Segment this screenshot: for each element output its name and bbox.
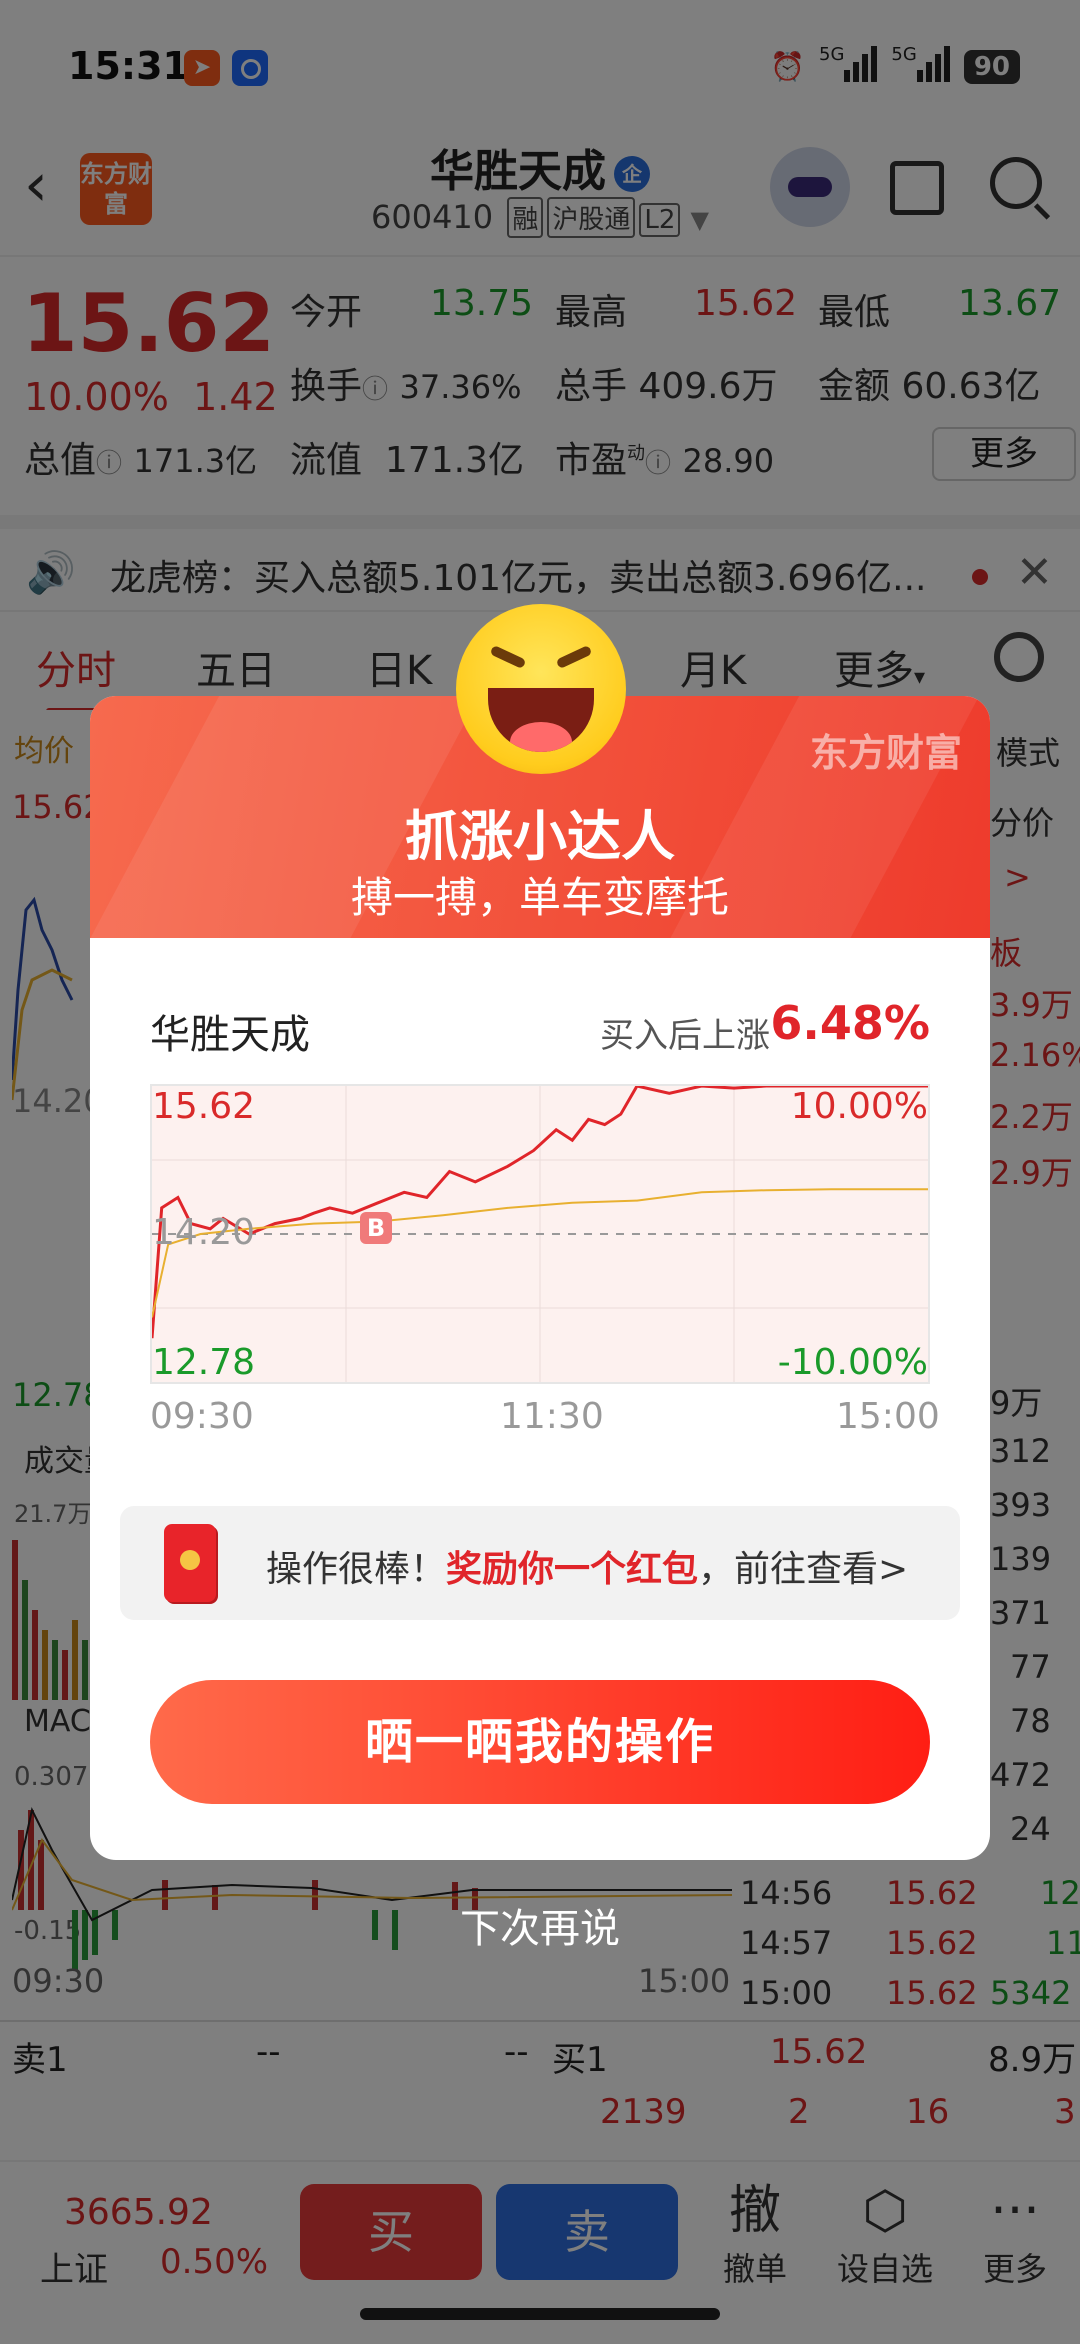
- gain-label: 买入后上涨: [600, 1016, 770, 1056]
- popup-intraday-chart: 15.62 10.00% 14.20 12.78 -10.00% B: [150, 1084, 930, 1384]
- popup-title: 抓涨小达人: [405, 805, 675, 868]
- red-packet-icon: [164, 1524, 216, 1602]
- x-label-mid: 11:30: [500, 1396, 604, 1437]
- x-label-end: 15:00: [836, 1396, 940, 1437]
- dismiss-link[interactable]: 下次再说: [0, 1896, 1080, 1954]
- achievement-popup: 东方财富 抓涨小达人 搏一搏，单车变摩托 华胜天成 买入后上涨 6.48% 15…: [90, 696, 990, 1860]
- reward-banner[interactable]: 操作很棒！奖励你一个红包，前往查看>: [120, 1506, 960, 1620]
- popup-subtitle: 搏一搏，单车变摩托: [350, 873, 729, 922]
- chart-bottom-price: 12.78: [152, 1342, 256, 1383]
- chart-mid-price: 14.20: [152, 1212, 256, 1253]
- share-operation-button[interactable]: 晒一晒我的操作: [150, 1680, 930, 1804]
- popup-stock-name: 华胜天成: [150, 1012, 310, 1058]
- chart-plot: [152, 1086, 928, 1382]
- laughing-emoji-icon: [456, 604, 626, 774]
- chart-top-pct: 10.00%: [790, 1086, 928, 1127]
- popup-brand: 东方财富: [809, 731, 962, 775]
- chart-bottom-pct: -10.00%: [777, 1342, 928, 1383]
- buy-marker: B: [360, 1212, 392, 1244]
- x-label-start: 09:30: [150, 1396, 254, 1437]
- reward-text[interactable]: 操作很棒！奖励你一个红包，前往查看>: [266, 1540, 908, 1592]
- chart-top-price: 15.62: [152, 1086, 256, 1127]
- gain-value: 6.48%: [770, 996, 930, 1050]
